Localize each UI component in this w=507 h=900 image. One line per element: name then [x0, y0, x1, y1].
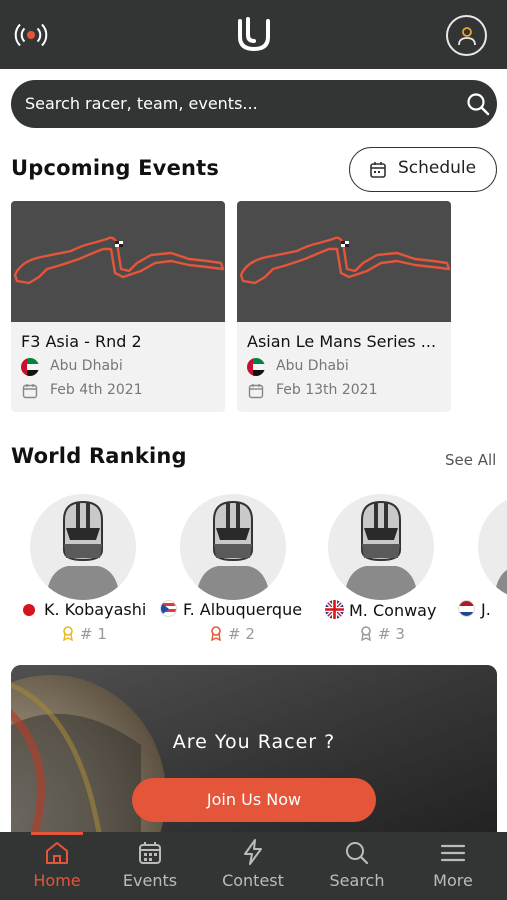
calendar-icon [139, 842, 161, 864]
racer-name: J. [481, 600, 491, 619]
event-date: Feb 4th 2021 [50, 382, 143, 398]
racer-card[interactable]: F. Albuquerque # 2 [160, 494, 310, 644]
menu-icon [440, 844, 466, 862]
rank-value: # 3 [378, 625, 405, 643]
event-name: Asian Le Mans Series ... [247, 332, 437, 351]
event-card[interactable]: F3 Asia - Rnd 2 Abu Dhabi Feb 4th 2021 [11, 201, 225, 412]
event-card[interactable]: Asian Le Mans Series ... Abu Dhabi Feb 1… [237, 201, 451, 412]
search-bar[interactable] [11, 80, 497, 128]
racer-card[interactable]: J. [458, 494, 507, 644]
racer-rank: # 1 [62, 625, 107, 643]
join-us-button[interactable]: Join Us Now [132, 778, 376, 822]
banner-title: Are You Racer ? [172, 731, 336, 753]
calendar-icon [248, 384, 264, 399]
uae-flag-icon [21, 358, 39, 376]
nav-home[interactable]: Home [20, 832, 94, 900]
bottom-nav: Home Events Contest Search More [0, 832, 507, 900]
calendar-icon [22, 384, 38, 399]
track-image [11, 201, 225, 322]
japan-flag-icon [22, 603, 36, 617]
nav-events[interactable]: Events [113, 832, 187, 900]
search-icon [346, 842, 369, 865]
uae-flag-icon [247, 358, 265, 376]
nav-more[interactable]: More [418, 832, 488, 900]
event-date-row: Feb 4th 2021 [21, 382, 221, 402]
top-bar [0, 0, 507, 69]
nav-contest[interactable]: Contest [213, 832, 293, 900]
profile-button[interactable] [446, 15, 487, 56]
medal-icon [63, 626, 73, 642]
rank-value: # 2 [228, 625, 255, 643]
racer-name: M. Conway [349, 601, 437, 620]
racer-name: K. Kobayashi [44, 600, 147, 619]
schedule-label: Schedule [398, 158, 477, 178]
nav-label: Events [122, 871, 178, 890]
racer-rank: # 3 [360, 625, 405, 643]
track-image [237, 201, 451, 322]
home-icon [46, 842, 68, 864]
medal-icon [361, 626, 371, 642]
calendar-icon [370, 162, 386, 178]
netherlands-flag-icon [458, 600, 475, 617]
racer-avatar [478, 494, 507, 600]
see-all-link[interactable]: See All [445, 451, 496, 469]
rank-value: # 1 [80, 625, 107, 643]
racer-rank: # 2 [210, 625, 255, 643]
racer-avatar [328, 494, 434, 600]
uk-flag-icon [325, 600, 344, 619]
nav-label: Contest [222, 871, 284, 890]
event-location-row: Abu Dhabi [21, 358, 221, 378]
event-location-row: Abu Dhabi [247, 358, 447, 378]
event-date-row: Feb 13th 2021 [247, 382, 447, 402]
nav-label: Search [329, 871, 385, 890]
racer-name-row: M. Conway [325, 600, 436, 622]
nav-label: More [433, 871, 473, 890]
lightning-icon [244, 839, 262, 865]
racer-name: F. Albuquerque [183, 600, 303, 619]
event-location: Abu Dhabi [50, 358, 123, 374]
racer-name-row: K. Kobayashi [22, 600, 146, 622]
schedule-button[interactable]: Schedule [349, 147, 497, 192]
racer-name-row: F. Albuquerque [160, 600, 302, 622]
racer-card[interactable]: M. Conway # 3 [325, 494, 475, 644]
racer-avatar [180, 494, 286, 600]
racer-card[interactable]: K. Kobayashi # 1 [22, 494, 172, 644]
puerto-rico-flag-icon [160, 600, 177, 617]
u-logo-icon[interactable] [236, 17, 272, 53]
racer-avatar [30, 494, 136, 600]
event-name: F3 Asia - Rnd 2 [21, 332, 142, 351]
join-banner: Are You Racer ? Join Us Now [11, 665, 497, 845]
nav-search[interactable]: Search [320, 832, 394, 900]
search-input[interactable] [25, 80, 445, 128]
upcoming-events-title: Upcoming Events [11, 156, 220, 180]
racer-name-row: J. [458, 600, 491, 622]
nav-label: Home [33, 871, 81, 890]
event-date: Feb 13th 2021 [276, 382, 378, 398]
event-location: Abu Dhabi [276, 358, 349, 374]
search-icon[interactable] [466, 92, 490, 116]
world-ranking-title: World Ranking [11, 444, 187, 468]
medal-icon [211, 626, 221, 642]
user-icon [458, 27, 476, 46]
broadcast-icon[interactable] [14, 20, 48, 50]
